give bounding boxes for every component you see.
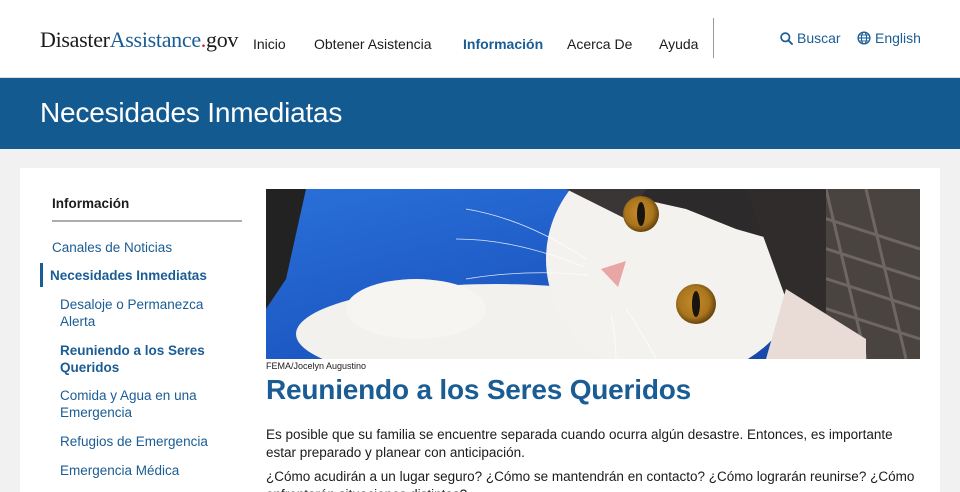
language-label: English xyxy=(875,30,921,46)
nav-obtener-asistencia[interactable]: Obtener Asistencia xyxy=(314,36,432,52)
questions-paragraph: ¿Cómo acudirán a un lugar seguro? ¿Cómo … xyxy=(266,469,915,492)
intro-paragraph: Es posible que su familia se encuentre s… xyxy=(266,427,893,460)
globe-icon xyxy=(857,31,871,45)
logo-part-assistance: Assistance xyxy=(109,27,201,52)
page-title: Necesidades Inmediatas xyxy=(40,97,343,128)
sidebar-item-reuniendo[interactable]: Reuniendo a los Seres Queridos xyxy=(60,342,230,376)
image-credit: FEMA/Jocelyn Augustino xyxy=(266,361,367,371)
sidebar-heading: Información xyxy=(52,196,242,222)
hero-image xyxy=(266,189,920,359)
nav-informacion[interactable]: Información xyxy=(463,36,543,52)
sidebar-item-canales-de-noticias[interactable]: Canales de Noticias xyxy=(52,239,242,256)
search-label: Buscar xyxy=(797,30,841,46)
sidebar-item-refugios[interactable]: Refugios de Emergencia xyxy=(60,433,250,450)
site-header: DisasterAssistance.gov Inicio Obtener As… xyxy=(0,0,960,78)
sidebar-item-necesidades-inmediatas[interactable]: Necesidades Inmediatas xyxy=(50,267,242,284)
nav-divider xyxy=(713,18,714,58)
sidebar-current-indicator xyxy=(40,263,43,287)
main-title: Reuniendo a los Seres Queridos xyxy=(266,374,692,405)
nav-ayuda[interactable]: Ayuda xyxy=(659,36,698,52)
content-panel: Información Canales de Noticias Necesida… xyxy=(20,168,940,492)
search-button[interactable]: Buscar xyxy=(780,30,841,46)
language-toggle[interactable]: English xyxy=(857,30,921,46)
sidebar-item-emergencia-medica[interactable]: Emergencia Médica xyxy=(60,462,250,479)
logo-part-disaster: Disaster xyxy=(40,27,110,52)
sidebar-item-comida-y-agua[interactable]: Comida y Agua en una Emergencia xyxy=(60,387,210,421)
site-logo[interactable]: DisasterAssistance.gov xyxy=(40,27,238,53)
nav-inicio[interactable]: Inicio xyxy=(253,36,286,52)
logo-part-gov: gov xyxy=(206,27,239,52)
page-banner: Necesidades Inmediatas xyxy=(0,78,960,149)
search-icon xyxy=(780,31,793,45)
nav-acerca-de[interactable]: Acerca De xyxy=(567,36,632,52)
sidebar-item-desaloje[interactable]: Desaloje o Permanezca Alerta xyxy=(60,296,230,330)
